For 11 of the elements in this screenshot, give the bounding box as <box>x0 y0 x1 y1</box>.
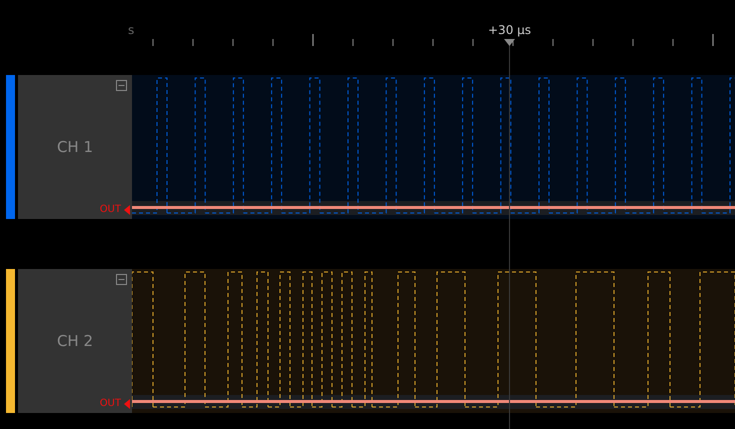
output-label: OUT <box>100 398 121 410</box>
channel-name: CH 2 <box>56 332 94 350</box>
output-arrow-icon <box>124 205 130 215</box>
collapse-icon[interactable] <box>116 80 127 91</box>
time-cursor[interactable] <box>504 39 515 429</box>
time-label: s <box>128 22 134 38</box>
output-arrow-icon <box>124 399 130 409</box>
output-label: OUT <box>100 204 121 216</box>
channel-name: CH 1 <box>56 138 94 156</box>
collapse-icon[interactable] <box>116 274 127 285</box>
time-label: +30 µs <box>488 22 532 38</box>
